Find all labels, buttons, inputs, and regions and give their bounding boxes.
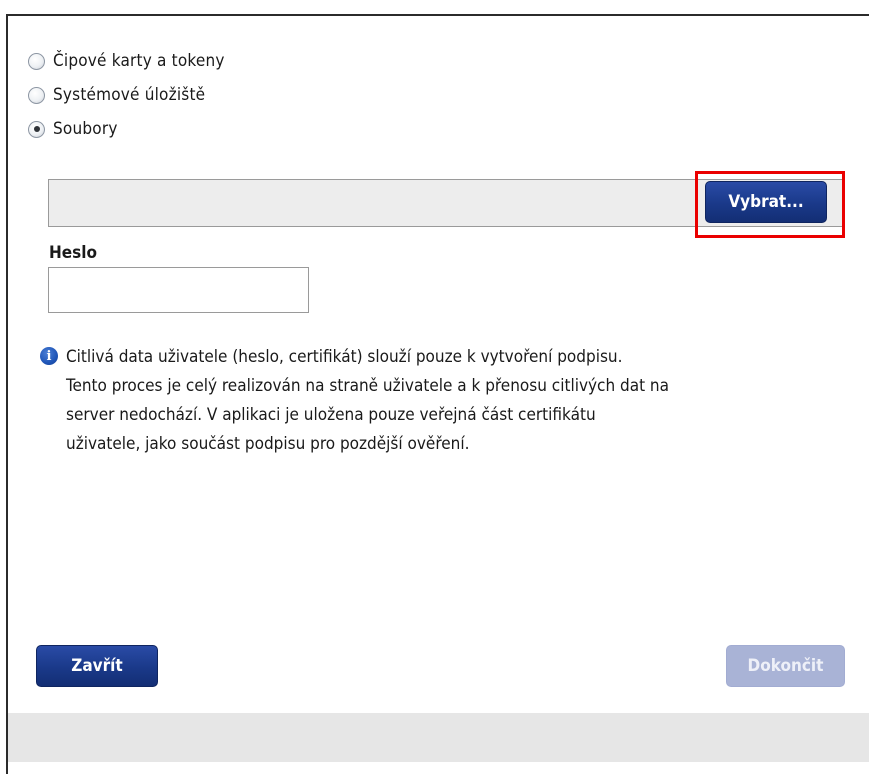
info-icon: i — [40, 347, 58, 365]
info-message: Citlivá data uživatele (heslo, certifiká… — [66, 343, 856, 459]
radio-dot-icon — [33, 126, 40, 132]
password-label: Heslo — [49, 243, 98, 263]
radio-button[interactable] — [28, 52, 45, 70]
radio-label-system-store: Systémové úložiště — [53, 85, 206, 105]
radio-files[interactable]: Soubory — [28, 117, 118, 141]
radio-smart-cards[interactable]: Čipové karty a tokeny — [28, 49, 225, 73]
dialog-top-decoration — [800, 0, 840, 14]
radio-label-files: Soubory — [53, 119, 118, 139]
info-line: uživatele, jako součást podpisu pro pozd… — [66, 434, 470, 454]
info-line: Tento proces je celý realizován na stran… — [66, 376, 670, 396]
footer-bar — [8, 713, 869, 762]
info-line: server nedochází. V aplikaci je uložena … — [66, 405, 596, 425]
close-button[interactable]: Zavřít — [36, 645, 158, 687]
radio-button[interactable] — [28, 86, 45, 104]
radio-label-smart-cards: Čipové karty a tokeny — [53, 51, 225, 71]
info-line: Citlivá data uživatele (heslo, certifiká… — [66, 347, 623, 367]
finish-button[interactable]: Dokončit — [726, 645, 845, 687]
highlight-frame — [695, 171, 845, 238]
password-input[interactable] — [48, 267, 309, 313]
radio-system-store[interactable]: Systémové úložiště — [28, 83, 205, 107]
radio-button-selected[interactable] — [28, 120, 45, 138]
